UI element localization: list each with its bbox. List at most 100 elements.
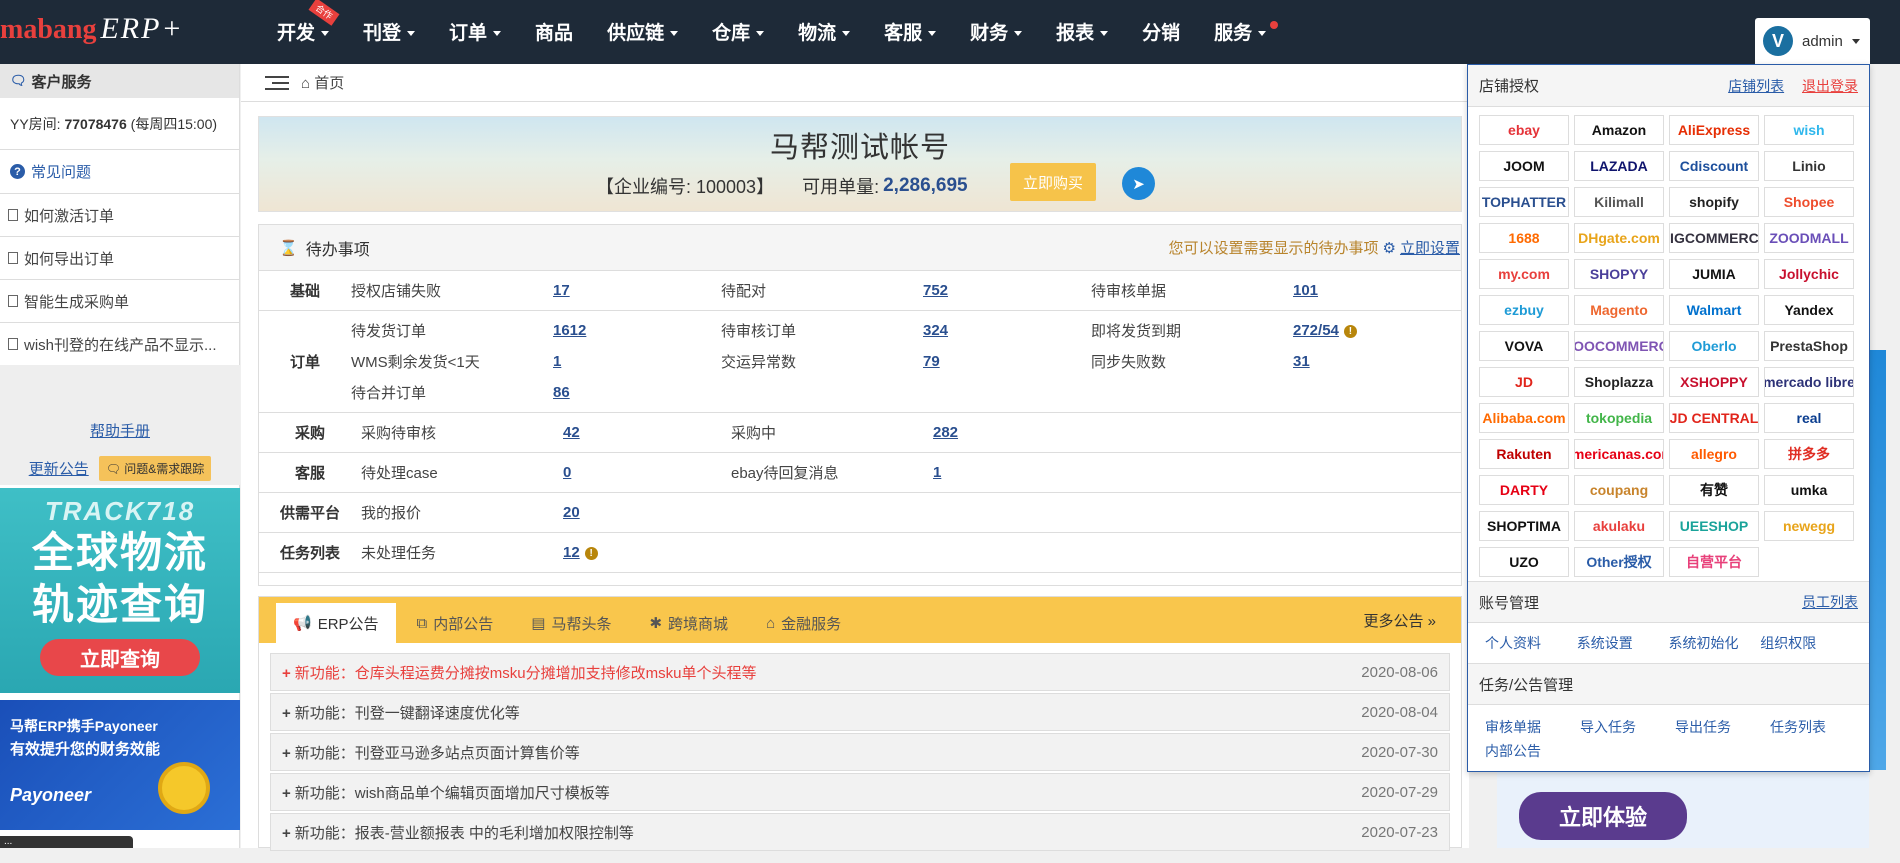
shop-logo-33[interactable]: tokopedia: [1574, 403, 1664, 433]
nav-item-1[interactable]: 刊登: [363, 9, 416, 59]
shop-logo-20[interactable]: ezbuy: [1479, 295, 1569, 325]
promo-banner[interactable]: 立即体验: [1497, 770, 1869, 848]
shop-logo-35[interactable]: real: [1764, 403, 1854, 433]
shop-logo-14[interactable]: BIGCOMMERCE: [1669, 223, 1759, 253]
mabang-logo[interactable]: mabang ERP+: [0, 12, 184, 52]
logout-link[interactable]: 退出登录: [1802, 78, 1858, 94]
todo-count-link[interactable]: 1: [933, 464, 1101, 481]
notice-tab-4[interactable]: ⌂ 金融服务: [749, 603, 858, 643]
todo-count-link[interactable]: 752: [923, 282, 1091, 299]
task-link[interactable]: 任务列表: [1770, 717, 1865, 737]
account-link[interactable]: 组织权限: [1760, 633, 1852, 653]
shop-logo-18[interactable]: JUMIA: [1669, 259, 1759, 289]
shop-logo-0[interactable]: ebay: [1479, 115, 1569, 145]
send-icon[interactable]: ➤: [1122, 167, 1155, 200]
nav-item-2[interactable]: 订单: [449, 9, 502, 59]
nav-item-3[interactable]: 商品: [535, 9, 573, 59]
more-notices-link[interactable]: 更多公告 »: [1363, 610, 1436, 631]
todo-count-link[interactable]: 86: [553, 384, 721, 401]
shop-logo-15[interactable]: ZOODMALL: [1764, 223, 1854, 253]
shop-logo-4[interactable]: JOOM: [1479, 151, 1569, 181]
shop-logo-36[interactable]: Rakuten: [1479, 439, 1569, 469]
user-menu-button[interactable]: V admin: [1755, 18, 1870, 64]
shop-logo-12[interactable]: 1688: [1479, 223, 1569, 253]
todo-count-link[interactable]: 42: [563, 424, 731, 441]
shop-logo-46[interactable]: UEESHOP: [1669, 511, 1759, 541]
shop-logo-9[interactable]: Kilimall: [1574, 187, 1664, 217]
account-link[interactable]: 系统设置: [1577, 633, 1669, 653]
breadcrumb[interactable]: ⌂ 首页: [301, 72, 344, 93]
nav-item-10[interactable]: 分销: [1142, 9, 1180, 59]
shop-logo-8[interactable]: TOPHATTER: [1479, 187, 1569, 217]
todo-count-link[interactable]: 0: [563, 464, 731, 481]
faq-item[interactable]: wish刊登的在线产品不显示...: [0, 323, 239, 366]
nav-item-7[interactable]: 客服: [884, 9, 937, 59]
todo-count-link[interactable]: 31: [1293, 353, 1461, 370]
shop-logo-6[interactable]: Cdiscount: [1669, 151, 1759, 181]
shop-logo-39[interactable]: 拼多多: [1764, 439, 1854, 469]
notice-tab-0[interactable]: 📢 ERP公告: [276, 603, 396, 643]
todo-count-link[interactable]: 272/54!: [1293, 322, 1461, 339]
shop-logo-34[interactable]: JD CENTRAL: [1669, 403, 1759, 433]
nav-item-6[interactable]: 物流: [798, 9, 851, 59]
track718-banner[interactable]: TRACK718 全球物流 轨迹查询 立即查询: [0, 488, 240, 693]
todo-count-link[interactable]: 101: [1293, 282, 1461, 299]
track-query-button[interactable]: 立即查询: [40, 639, 200, 676]
staff-list-link[interactable]: 员工列表: [1802, 594, 1858, 610]
shop-logo-25[interactable]: WOOCOMMERCE: [1574, 331, 1664, 361]
faq-item[interactable]: 如何导出订单: [0, 237, 239, 280]
task-link[interactable]: 审核单据: [1485, 717, 1580, 737]
nav-item-8[interactable]: 财务: [970, 9, 1023, 59]
shop-logo-1[interactable]: Amazon: [1574, 115, 1664, 145]
shop-logo-38[interactable]: allegro: [1669, 439, 1759, 469]
notice-item[interactable]: + 新功能：刊登一键翻译速度优化等 2020-08-04: [270, 693, 1450, 731]
todo-setting-link[interactable]: 立即设置: [1400, 237, 1460, 258]
shop-logo-23[interactable]: Yandex: [1764, 295, 1854, 325]
shop-logo-48[interactable]: UZO: [1479, 547, 1569, 577]
buy-now-button[interactable]: 立即购买: [1010, 163, 1096, 201]
shop-logo-5[interactable]: LAZADA: [1574, 151, 1664, 181]
nav-item-11[interactable]: 服务: [1214, 9, 1279, 59]
task-link[interactable]: 内部公告: [1485, 741, 1580, 761]
account-link[interactable]: 个人资料: [1485, 633, 1577, 653]
shop-logo-11[interactable]: Shopee: [1764, 187, 1854, 217]
shop-logo-19[interactable]: Jollychic: [1764, 259, 1854, 289]
shop-logo-29[interactable]: Shoplazza: [1574, 367, 1664, 397]
shop-list-link[interactable]: 店铺列表: [1728, 78, 1784, 94]
payoneer-banner[interactable]: 马帮ERP携手Payoneer 有效提升您的财务效能 Payoneer: [0, 700, 240, 830]
help-manual-link[interactable]: 帮助手册: [0, 420, 240, 441]
menu-toggle-icon[interactable]: [265, 75, 289, 91]
shop-logo-47[interactable]: newegg: [1764, 511, 1854, 541]
shop-logo-27[interactable]: PrestaShop: [1764, 331, 1854, 361]
shop-logo-31[interactable]: mercado libre: [1764, 367, 1854, 397]
shop-logo-45[interactable]: akulaku: [1574, 511, 1664, 541]
notice-tab-1[interactable]: ⧉ 内部公告: [400, 603, 511, 643]
shop-logo-16[interactable]: my.com: [1479, 259, 1569, 289]
update-notice-link[interactable]: 更新公告: [29, 458, 89, 479]
notice-item[interactable]: + 新功能：wish商品单个编辑页面增加尺寸模板等 2020-07-29: [270, 773, 1450, 811]
shop-logo-40[interactable]: DARTY: [1479, 475, 1569, 505]
issue-tracking-button[interactable]: 🗨 问题&需求跟踪: [98, 456, 212, 481]
shop-logo-42[interactable]: 有赞: [1669, 475, 1759, 505]
shop-logo-41[interactable]: coupang: [1574, 475, 1664, 505]
account-link[interactable]: 系统初始化: [1669, 633, 1761, 653]
todo-count-link[interactable]: 17: [553, 282, 721, 299]
faq-item[interactable]: 智能生成采购单: [0, 280, 239, 323]
notice-tab-3[interactable]: ✱ 跨境商城: [632, 603, 745, 643]
shop-logo-22[interactable]: Walmart: [1669, 295, 1759, 325]
notice-item[interactable]: + 新功能：仓库头程运费分摊按msku分摊增加支持修改msku单个头程等 2020-…: [270, 653, 1450, 691]
todo-count-link[interactable]: 1: [553, 353, 721, 370]
todo-count-link[interactable]: 20: [563, 504, 731, 521]
shop-logo-17[interactable]: SHOPYY: [1574, 259, 1664, 289]
faq-item[interactable]: 如何激活订单: [0, 194, 239, 237]
nav-item-5[interactable]: 仓库: [712, 9, 765, 59]
shop-logo-32[interactable]: Alibaba.com: [1479, 403, 1569, 433]
shop-logo-24[interactable]: VOVA: [1479, 331, 1569, 361]
shop-logo-2[interactable]: AliExpress: [1669, 115, 1759, 145]
faq-link[interactable]: ? 常见问题: [0, 150, 239, 194]
shop-logo-44[interactable]: SHOPTIMA: [1479, 511, 1569, 541]
todo-count-link[interactable]: 12!: [563, 544, 731, 561]
shop-logo-28[interactable]: JD: [1479, 367, 1569, 397]
shop-logo-3[interactable]: wish: [1764, 115, 1854, 145]
task-link[interactable]: 导出任务: [1675, 717, 1770, 737]
